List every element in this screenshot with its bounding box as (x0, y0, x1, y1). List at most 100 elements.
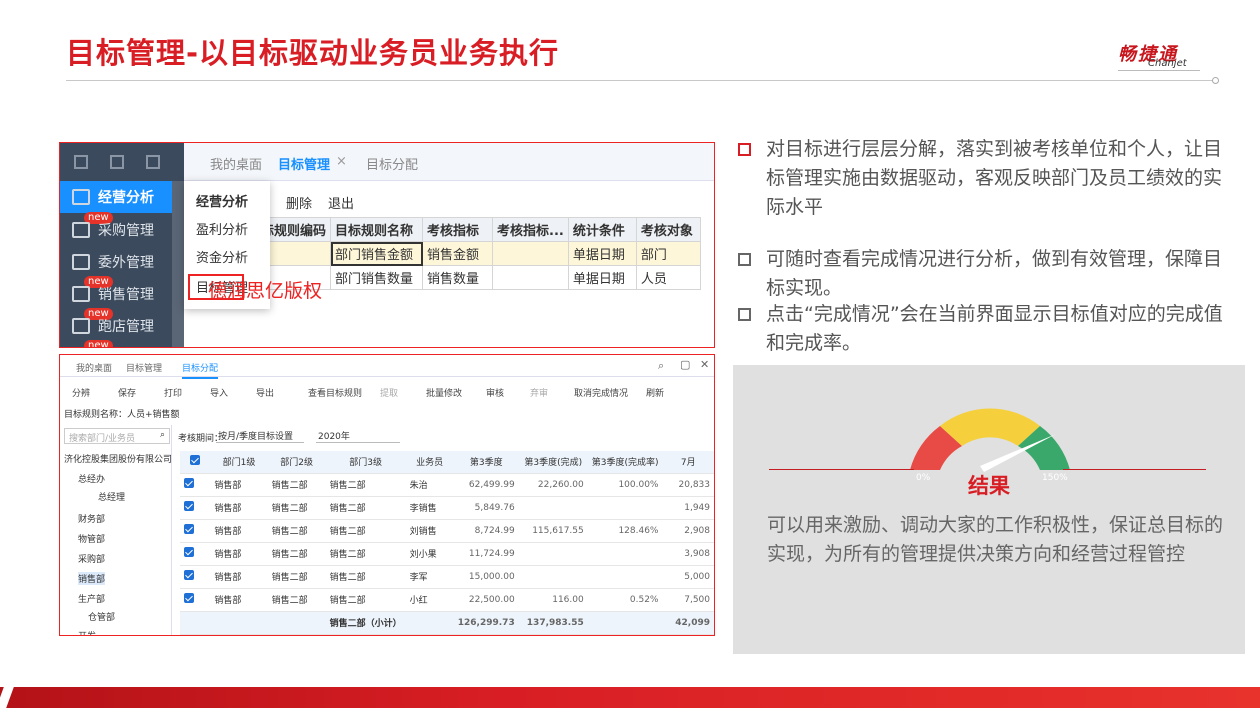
tree-search-input[interactable]: 搜索部门/业务员 (64, 428, 170, 444)
result-title: 结果 (968, 474, 1010, 498)
row-checkbox[interactable] (180, 565, 211, 589)
col-header[interactable]: 部门1级 (210, 451, 268, 474)
view-rules-button[interactable]: 查看目标规则 (308, 386, 362, 399)
period-select[interactable]: 按月/季度目标设置 (216, 429, 304, 443)
tab-target-allocation[interactable]: 目标分配 (182, 361, 219, 379)
tree-node[interactable]: 总经办 (78, 472, 105, 485)
col-header[interactable]: 目标规则名称 (330, 217, 424, 242)
save-button[interactable]: 保存 (118, 386, 136, 399)
subtotal-row: 销售二部（小计） 126,299.73 137,983.55 42,099 (180, 611, 714, 635)
search-icon[interactable]: ⌕ (658, 359, 664, 373)
sidebar-item-sales[interactable]: 销售管理 (60, 278, 184, 310)
tree-node[interactable]: 财务部 (78, 512, 105, 525)
close-icon[interactable]: × (336, 154, 347, 169)
col-header[interactable]: 第3季度 (453, 451, 519, 474)
table-cell: 7,500 (662, 588, 714, 612)
restore-icon[interactable]: ▢ (680, 358, 690, 371)
table-row[interactable]: 销售部 销售二部 销售二部 刘小果 11,724.99 3,908 (180, 542, 714, 566)
extract-button[interactable]: 提取 (380, 386, 398, 399)
sidebar-item-store-visit[interactable]: 跑店管理 (60, 310, 184, 342)
table-cell: 128.46% (587, 519, 663, 543)
tree-node[interactable]: 采购部 (78, 552, 105, 565)
tree-node[interactable]: 总经理 (98, 490, 125, 503)
table-cell: 销售二部 (267, 519, 326, 543)
search-icon[interactable]: ⌕ (160, 430, 165, 440)
table-cell: 62,499.99 (453, 473, 519, 497)
tree-node[interactable]: 开发 (78, 629, 96, 635)
tab-desktop[interactable]: 我的桌面 (210, 154, 262, 173)
tab-target-management[interactable]: 目标管理 (278, 154, 330, 173)
table-cell: 销售二部 (267, 542, 326, 566)
col-header[interactable]: 考核指标... (492, 217, 569, 242)
menu-icon[interactable] (74, 155, 88, 169)
select-all-checkbox[interactable] (180, 451, 211, 474)
col-header[interactable]: 部门3级 (325, 451, 406, 474)
export-button[interactable]: 导出 (256, 386, 274, 399)
table-row[interactable]: 销售部 销售二部 销售二部 刘销售 8,724.99 115,617.55 128.46% 2… (180, 519, 714, 543)
table-cell (405, 611, 454, 635)
table-row[interactable]: 销售部 销售二部 销售二部 李销售 5,849.76 1,949 (180, 496, 714, 520)
table-cell: 20,833 (662, 473, 714, 497)
row-checkbox[interactable] (180, 542, 211, 566)
col-header[interactable]: 业务员 (405, 451, 454, 474)
exit-button[interactable]: 退出 (328, 193, 354, 212)
tree-node[interactable]: 生产部 (78, 592, 105, 605)
sidebar-scrollbar[interactable] (172, 181, 184, 347)
batch-edit-button[interactable]: 批量修改 (426, 386, 462, 399)
table-cell: 137,983.55 (518, 611, 588, 635)
table-cell (210, 611, 268, 635)
tab-desktop[interactable]: 我的桌面 (76, 361, 112, 374)
screenshot-target-allocation: 我的桌面 目标管理 目标分配 ⌕ ▢ ✕ 分辨 保存 打印 导入 导出 查看目标… (59, 354, 715, 636)
tree-node[interactable]: 济化控股集团股份有限公司 (64, 452, 172, 465)
tab-bar: 我的桌面 目标管理 × 目标分配 (184, 143, 714, 181)
table-cell: 0.52% (587, 588, 663, 612)
print-button[interactable]: 打印 (164, 386, 182, 399)
audit-button[interactable]: 审核 (486, 386, 504, 399)
sidebar-item-purchase[interactable]: 采购管理 (60, 214, 184, 246)
col-header[interactable]: 部门2级 (267, 451, 326, 474)
bullet-square-icon (738, 308, 751, 321)
col-header[interactable]: 第3季度(完成率) (587, 451, 663, 474)
table-row[interactable]: 销售部 销售二部 销售二部 李军 15,000.00 5,000 (180, 565, 714, 589)
table-cell: 销售二部 (325, 565, 406, 589)
row-checkbox[interactable] (180, 473, 211, 497)
table-row[interactable]: 部门销售金额 销售金额 单据日期 部门 (255, 241, 701, 266)
table-cell: 116.00 (518, 588, 588, 612)
share-icon[interactable] (146, 155, 160, 169)
menu-item-profit-analysis[interactable]: 盈利分析 (196, 219, 248, 238)
row-checkbox[interactable] (180, 519, 211, 543)
tree-node[interactable]: 仓管部 (88, 610, 115, 623)
table-cell (518, 565, 588, 589)
sidebar-top-icons (60, 143, 184, 181)
year-select[interactable]: 2020年 (316, 429, 400, 443)
tab-target-management[interactable]: 目标管理 (126, 361, 162, 374)
table-cell (587, 565, 663, 589)
col-header[interactable]: 第3季度(完成) (518, 451, 588, 474)
tab-target-allocation[interactable]: 目标分配 (366, 154, 418, 173)
tree-node-selected[interactable]: 销售部 (78, 572, 106, 585)
rule-label: 目标规则名称：人员+销售额 (64, 410, 180, 420)
cancel-completion-button[interactable]: 取消完成情况 (574, 386, 628, 399)
table-row[interactable]: 部门销售数量 销售数量 单据日期 人员 (255, 265, 701, 290)
close-icon[interactable]: ✕ (700, 358, 709, 371)
col-header[interactable]: 统计条件 (567, 217, 637, 242)
split-button[interactable]: 分辨 (72, 386, 90, 399)
row-checkbox[interactable] (180, 496, 211, 520)
table-row[interactable]: 销售部 销售二部 销售二部 朱治 62,499.99 22,260.00 100.00% 20… (180, 473, 714, 497)
sidebar-item-analysis[interactable]: 经营分析 (60, 181, 184, 213)
import-button[interactable]: 导入 (210, 386, 228, 399)
tree-node[interactable]: 物管部 (78, 532, 105, 545)
col-header[interactable]: 考核指标 (422, 217, 494, 242)
table-row[interactable]: 销售部 销售二部 销售二部 小红 22,500.00 116.00 0.52% 7,500 (180, 588, 714, 612)
refresh-button[interactable]: 刷新 (646, 386, 664, 399)
table-cell: 销售二部 (325, 473, 406, 497)
col-header[interactable]: 考核对象 (635, 217, 701, 242)
menu-item-fund-analysis[interactable]: 资金分析 (196, 247, 248, 266)
menu-item-business-analysis[interactable]: 经营分析 (196, 191, 248, 210)
unaudit-button[interactable]: 弃审 (530, 386, 548, 399)
col-header[interactable]: 7月 (662, 451, 714, 474)
row-checkbox[interactable] (180, 588, 211, 612)
sidebar-item-outsource[interactable]: 委外管理 (60, 246, 184, 278)
delete-button[interactable]: 删除 (286, 193, 312, 212)
search-icon[interactable] (110, 155, 124, 169)
